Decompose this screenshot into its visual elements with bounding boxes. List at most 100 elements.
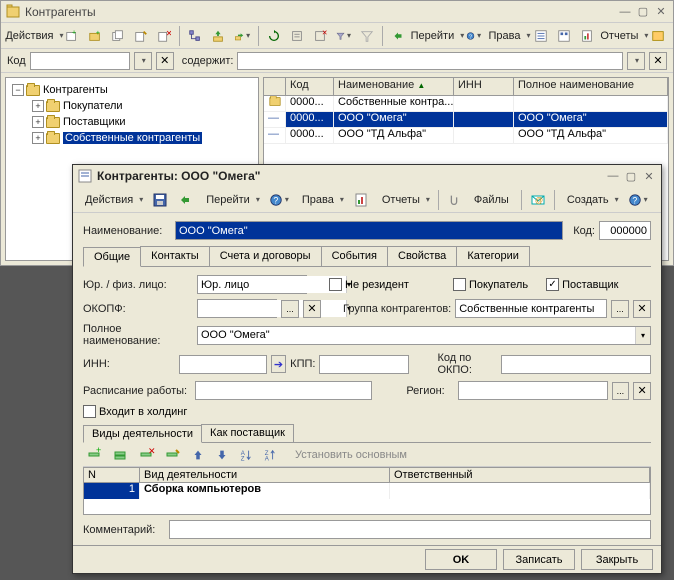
contains-dropdown[interactable] — [627, 52, 645, 70]
go-menu[interactable]: Перейти — [410, 25, 461, 47]
grid-header-inn[interactable]: ИНН — [454, 78, 514, 95]
dlg-files-icon[interactable] — [443, 189, 465, 211]
tb-clear-filter-icon[interactable]: ✕ — [309, 25, 331, 47]
dlg-help-menu[interactable]: ? — [265, 189, 293, 211]
act-del-icon[interactable]: ✕ — [135, 444, 159, 466]
tb-nav-icon[interactable] — [387, 25, 409, 47]
act-down-icon[interactable] — [211, 444, 233, 466]
tb-moveup-icon[interactable] — [207, 25, 229, 47]
tab-accounts[interactable]: Счета и договоры — [209, 246, 322, 266]
expand-icon[interactable]: + — [32, 100, 44, 112]
dlg-reports-menu[interactable]: Отчеты — [374, 189, 434, 211]
grid-row[interactable]: — 0000... ООО "ТД Альфа" ООО "ТД Альфа" — [264, 128, 668, 144]
tb-filter-icon[interactable] — [286, 25, 308, 47]
entity-select[interactable]: ▾ — [197, 275, 307, 294]
buyer-checkbox[interactable]: Покупатель — [453, 278, 528, 291]
kod-clear-icon[interactable]: ✕ — [156, 52, 174, 70]
grid-header-full[interactable]: Полное наименование — [514, 78, 668, 95]
tb-report-icon[interactable] — [576, 25, 598, 47]
dlg-nav-icon[interactable] — [173, 189, 197, 211]
expand-icon[interactable]: − — [12, 84, 24, 96]
tree-root[interactable]: − Контрагенты — [10, 82, 254, 98]
dialog-close-button[interactable]: ✕ — [641, 168, 657, 184]
tb-addgroup-icon[interactable]: + — [84, 25, 106, 47]
tb-list-icon[interactable] — [530, 25, 552, 47]
tab-events[interactable]: События — [321, 246, 388, 266]
kpp-input[interactable] — [319, 355, 409, 374]
expand-icon[interactable]: + — [32, 132, 44, 144]
actions-menu[interactable]: Действия — [5, 25, 60, 47]
tb-move-icon[interactable] — [230, 25, 255, 47]
region-input[interactable] — [458, 381, 608, 400]
tree-item-own[interactable]: + Собственные контрагенты — [30, 130, 254, 146]
dlg-go-menu[interactable]: Перейти — [198, 189, 264, 211]
comment-input[interactable] — [169, 520, 651, 539]
contains-clear-icon[interactable]: ✕ — [649, 52, 667, 70]
act-sort-icon[interactable]: AZ — [235, 444, 257, 466]
act-up-icon[interactable] — [187, 444, 209, 466]
act-header-vid[interactable]: Вид деятельности — [140, 468, 390, 482]
group-open-icon[interactable]: ... — [611, 300, 629, 318]
activity-row[interactable]: 1 Сборка компьютеров — [84, 483, 650, 499]
act-header-n[interactable]: N — [84, 468, 140, 482]
tab-contacts[interactable]: Контакты — [140, 246, 210, 266]
act-header-resp[interactable]: Ответственный — [390, 468, 650, 482]
tb-list2-icon[interactable] — [553, 25, 575, 47]
grid-header-kod[interactable]: Код — [286, 78, 334, 95]
fullname-select[interactable]: ▾ — [197, 326, 651, 345]
act-edit-icon[interactable] — [161, 444, 185, 466]
close-button[interactable]: Закрыть — [581, 549, 653, 570]
tb-add-icon[interactable]: + — [61, 25, 83, 47]
holding-checkbox[interactable]: Входит в холдинг — [83, 405, 187, 418]
tab-properties[interactable]: Свойства — [387, 246, 457, 266]
okopf-open-icon[interactable]: ... — [281, 300, 299, 318]
dlg-save-icon[interactable] — [148, 189, 172, 211]
tree-item-suppliers[interactable]: + Поставщики — [30, 114, 254, 130]
schedule-input[interactable] — [195, 381, 372, 400]
grid-row[interactable]: — 0000... ООО "Омега" ООО "Омега" — [264, 112, 668, 128]
tab-general[interactable]: Общие — [83, 247, 141, 267]
kod-input[interactable] — [599, 221, 651, 240]
kod-dropdown[interactable] — [134, 52, 152, 70]
tb-delete-icon[interactable]: ✕ — [153, 25, 175, 47]
okopf-select[interactable]: ▾ — [197, 299, 277, 318]
tb-funnel-icon[interactable] — [332, 25, 355, 47]
maximize-button[interactable]: ▢ — [635, 4, 651, 20]
kod-input[interactable] — [30, 52, 130, 70]
act-sort2-icon[interactable]: ZA — [259, 444, 281, 466]
okopf-clear-icon[interactable]: ✕ — [303, 300, 321, 318]
reports-menu[interactable]: Отчеты — [599, 25, 646, 47]
save-button[interactable]: Записать — [503, 549, 575, 570]
tb-edit-icon[interactable] — [130, 25, 152, 47]
tb-funnel-clear-icon[interactable] — [356, 25, 378, 47]
help-menu[interactable]: ? — [462, 25, 485, 47]
minimize-button[interactable]: — — [617, 4, 633, 20]
subtab-supplier[interactable]: Как поставщик — [201, 424, 294, 442]
inn-input[interactable] — [179, 355, 267, 374]
dialog-maximize-button[interactable]: ▢ — [623, 168, 639, 184]
grid-header-name[interactable]: Наименование ▲ — [334, 78, 454, 95]
activity-grid[interactable]: N Вид деятельности Ответственный 1 Сборк… — [83, 467, 651, 515]
tb-hierarchy-icon[interactable] — [184, 25, 206, 47]
tree-item-buyers[interactable]: + Покупатели — [30, 98, 254, 114]
supplier-checkbox[interactable]: ✓Поставщик — [546, 278, 618, 291]
dlg-help2-menu[interactable]: ? — [624, 189, 652, 211]
tb-last-icon[interactable] — [647, 25, 669, 47]
name-input[interactable]: ООО "Омега" — [175, 221, 563, 240]
nonresident-checkbox[interactable]: Не резидент — [329, 278, 409, 291]
okpo-input[interactable] — [501, 355, 651, 374]
contains-input[interactable] — [237, 52, 623, 70]
act-copy-icon[interactable] — [109, 444, 133, 466]
region-clear-icon[interactable]: ✕ — [633, 382, 651, 400]
dlg-files-menu[interactable]: Файлы — [466, 189, 517, 211]
rights-menu[interactable]: Права — [486, 25, 529, 47]
subtab-activities[interactable]: Виды деятельности — [83, 425, 202, 443]
dlg-report-icon[interactable] — [349, 189, 373, 211]
dlg-rights-menu[interactable]: Права — [294, 189, 348, 211]
act-add-icon[interactable]: + — [83, 444, 107, 466]
dialog-minimize-button[interactable]: — — [605, 168, 621, 184]
region-open-icon[interactable]: ... — [612, 382, 630, 400]
grid-row[interactable]: 0000... Собственные контра... — [264, 96, 668, 112]
dlg-create-menu[interactable]: Создать — [559, 189, 623, 211]
dlg-actions-menu[interactable]: Действия — [77, 189, 147, 211]
